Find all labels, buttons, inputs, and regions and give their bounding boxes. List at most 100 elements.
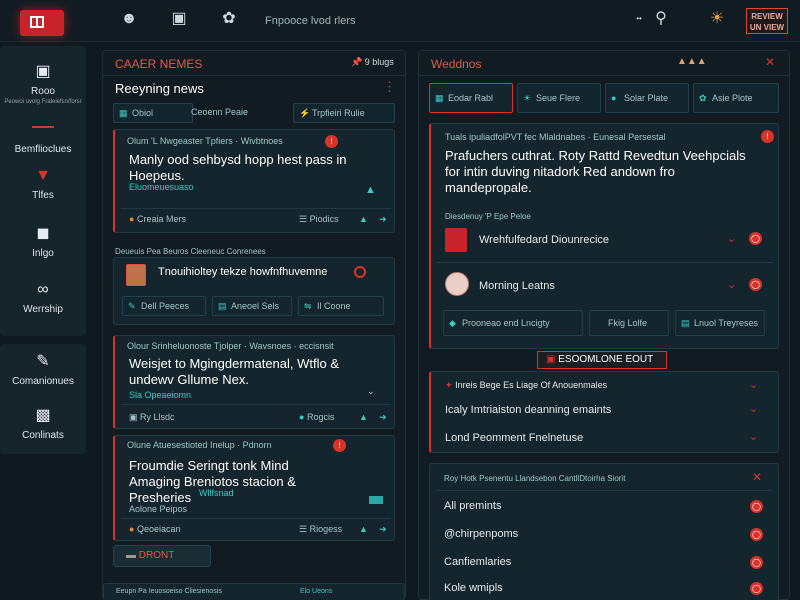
action-icon[interactable]: ◯	[750, 556, 763, 569]
tab-label: Seue Flere	[536, 93, 581, 103]
list-item[interactable]: Icaly Imtriaiston deanning emaints	[445, 404, 611, 416]
sidebar-item-inlgo[interactable]: ◼ Inlgo	[0, 224, 86, 259]
chevron-down-icon[interactable]: ⌄	[727, 278, 736, 291]
up-icon[interactable]: ▲	[359, 214, 368, 224]
news-card[interactable]: Olum 'L Nwgeaster Tpfiers · Wivbtnoes ! …	[113, 129, 395, 233]
section-title: Reeyning news	[115, 81, 204, 96]
inbox-icon: ▣	[35, 63, 51, 80]
top-title: Fnpooce lvod rlers	[265, 15, 356, 27]
media-button-3[interactable]: ⇋ Il Coone	[298, 296, 384, 316]
action-icon[interactable]: ◯	[749, 232, 762, 245]
mini-button-3[interactable]: ▤ Lnuol Treyreses	[675, 310, 765, 336]
section-button[interactable]: ▣ ESOOMLONE EOUT	[537, 351, 667, 369]
chevron-down-icon[interactable]: ⌄	[367, 386, 375, 397]
connect-icon: ⇋	[304, 301, 312, 311]
tab-asie[interactable]: ✿ Asie Plote	[693, 83, 779, 113]
card-count-label: Piodics	[309, 214, 339, 224]
tab-label: Asie Plote	[712, 93, 753, 103]
chevron-down-icon[interactable]: ⌄	[749, 430, 758, 443]
blog-count[interactable]: 📌 9 blugs	[351, 57, 394, 68]
row-label: Wrehfulfedard Diounrecice	[479, 234, 610, 246]
filter-trpfieiri[interactable]: ⚡ Trpfieiri Rulie	[293, 103, 395, 123]
button-label: Dell Peeces	[141, 301, 190, 311]
mini-button-label: Lnuol Treyreses	[694, 318, 759, 328]
tab-solar[interactable]: ● Solar Plate	[605, 83, 689, 113]
action-icon[interactable]: ◯	[750, 582, 763, 595]
section-button-label: ESOOMLONE EOUT	[558, 354, 654, 365]
chevron-down-icon[interactable]: ⌄	[727, 232, 736, 245]
leaf-icon: ✿	[699, 93, 707, 103]
tab-seue[interactable]: ☀ Seue Flere	[517, 83, 601, 113]
media-card-title: Tnouihioltey tekze howfnfhuvemne	[158, 266, 328, 278]
filter-label: Obiol	[132, 108, 154, 118]
feature-headline: Prafuchers cuthrat. Roty Rattd Revedtun …	[445, 148, 746, 195]
lotus-icon[interactable]: ✿	[218, 8, 240, 30]
share-icon[interactable]: ▲	[365, 184, 376, 196]
blog-count-label: 9 blugs	[364, 57, 394, 67]
mini-button-2[interactable]: Fkig Lolfe	[589, 310, 669, 336]
globe-icon: ●	[611, 93, 617, 103]
media-button-1[interactable]: ✎ Dell Peeces	[122, 296, 206, 316]
sidebar-item-comanionues[interactable]: ✎ Comanionues	[0, 352, 86, 387]
alert-icon: !	[761, 130, 774, 143]
link-item[interactable]: Kole wmipls	[444, 582, 503, 594]
media-button-2[interactable]: ▤ Aneoel Sels	[212, 296, 292, 316]
action-icon[interactable]: ◯	[750, 528, 763, 541]
filter-ceoenn[interactable]: Ceoenn Peaie	[173, 103, 293, 123]
up-icon[interactable]: ▲	[359, 412, 368, 422]
chat-icon: ✎	[36, 353, 50, 370]
news-card[interactable]: Olour Srinheluonoste Tjolper · Wavsnoes …	[113, 335, 395, 429]
card-headline: Weisjet to Mgingdermatenal, Wtflo & unde…	[129, 356, 340, 387]
sidebar: ▣ Rooo Peowoi uvolg Fraleiefsn/forsr Bem…	[0, 46, 86, 600]
action-icon[interactable]: ◯	[750, 500, 763, 513]
diamond-icon: ◆	[449, 318, 456, 328]
media-card[interactable]: Tnouihioltey tekze howfnfhuvemne ✎ Dell P…	[113, 257, 395, 325]
list-item[interactable]: ✦ Inreis Bege Es Liage Of Anouenmales	[445, 380, 607, 391]
news-card[interactable]: Olune Atuesestioted Inelup · Pdnorn ! Fr…	[113, 435, 395, 541]
link-item[interactable]: @chirpenpoms	[444, 528, 518, 540]
tab-eodar[interactable]: ▦ Eodar Rabl	[429, 83, 513, 113]
link-item[interactable]: Canfiemlaries	[444, 556, 511, 568]
sidebar-item-bemflioclues[interactable]: Bemflioclues	[0, 144, 86, 155]
card-kicker: Olour Srinheluonoste Tjolper · Wavsnoes …	[127, 341, 334, 351]
dront-label: DRONT	[138, 550, 175, 561]
link-item[interactable]: All premints	[444, 500, 501, 512]
review-badge[interactable]: REVIEW UN VIEW	[746, 8, 788, 34]
card-tag: Wllfsnad	[199, 488, 234, 498]
record-icon[interactable]	[354, 266, 366, 278]
share-small-icon[interactable]: ➜	[379, 524, 387, 535]
tab-label: Solar Plate	[624, 93, 669, 103]
divider	[437, 262, 773, 263]
sidebar-item-conlinats[interactable]: ▩ Conlinats	[0, 406, 86, 441]
more-menu-icon[interactable]: ⋮	[383, 79, 396, 95]
feature-card[interactable]: Tuals ipuliadfolPVT fec Mlaldnabes · Eun…	[429, 123, 779, 349]
sun-icon[interactable]: ☀	[706, 8, 728, 30]
avatar	[445, 272, 469, 296]
mini-button-label: Fkig Lolfe	[608, 318, 648, 328]
status-icons: ▲▲▲	[677, 56, 707, 67]
share-small-icon[interactable]: ➜	[379, 214, 387, 225]
list-item[interactable]: Lond Peomment Fnelnetuse	[445, 432, 583, 444]
settings-icon[interactable]: ▣	[168, 8, 190, 30]
link-list: Roy Hotk Psenentu Llandsebon CantllDtoir…	[429, 463, 779, 600]
close-icon[interactable]: ✕	[752, 470, 762, 484]
sidebar-item-tlfes[interactable]: ▼ Tlfes	[0, 166, 86, 201]
sidebar-item-inbox[interactable]: ▣ Rooo Peowoi uvolg Fraleiefsn/forsr	[0, 62, 86, 105]
profile-icon[interactable]: ☻	[118, 8, 140, 30]
app-logo-button[interactable]	[20, 10, 64, 36]
chat-bubble-icon[interactable]	[369, 496, 383, 504]
card-headline: Froumdie Seringt tonk Mind Amaging Breni…	[129, 458, 296, 505]
chevron-down-icon[interactable]: ⌄	[749, 378, 758, 391]
tab-label: Eodar Rabl	[448, 93, 494, 103]
sidebar-item-werrship[interactable]: ∞ Werrship	[0, 280, 86, 315]
divider	[121, 404, 391, 405]
search-icon[interactable]: ⚲	[650, 8, 672, 30]
mini-button-1[interactable]: ◆ Prooneao end Lncigty	[443, 310, 583, 336]
dront-button[interactable]: ▬ DRONT	[113, 545, 211, 567]
up-icon[interactable]: ▲	[359, 524, 368, 534]
close-icon[interactable]: ✕	[765, 55, 775, 69]
logo-icon	[30, 16, 44, 28]
chevron-down-icon[interactable]: ⌄	[749, 402, 758, 415]
share-small-icon[interactable]: ➜	[379, 412, 387, 423]
action-icon[interactable]: ◯	[749, 278, 762, 291]
